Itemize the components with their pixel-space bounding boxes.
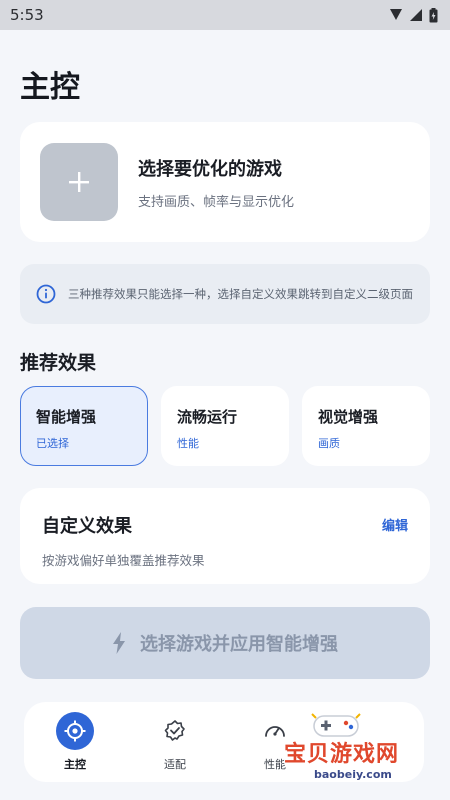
select-game-text: 选择要优化的游戏 支持画质、帧率与显示优化	[138, 155, 294, 210]
nav-item-adapt[interactable]: 适配	[140, 712, 210, 772]
cellular-icon	[410, 9, 422, 21]
select-game-subtitle: 支持画质、帧率与显示优化	[138, 194, 295, 210]
crosshair-icon	[56, 712, 94, 750]
edit-button[interactable]: 编辑	[382, 515, 408, 534]
preset-sub: 性能	[177, 437, 199, 450]
lightning-icon	[113, 632, 125, 654]
info-notice: 三种推荐效果只能选择一种，选择自定义效果跳转到自定义二级页面	[20, 264, 430, 324]
select-game-title: 选择要优化的游戏	[138, 158, 282, 180]
apply-button-label: 选择游戏并应用智能增强	[140, 634, 338, 655]
preset-smart-enhance[interactable]: 智能增强 已选择	[20, 386, 148, 466]
signal-icon	[390, 9, 402, 20]
watermark-url: baobeiy.com	[314, 768, 392, 781]
status-time: 5:53	[10, 6, 44, 24]
plus-icon	[69, 172, 89, 192]
nav-label: 主控	[64, 758, 86, 771]
notice-text: 三种推荐效果只能选择一种，选择自定义效果跳转到自定义二级页面	[68, 286, 413, 301]
battery-icon	[429, 7, 438, 22]
preset-sub: 画质	[318, 437, 340, 450]
preset-name: 视觉增强	[318, 408, 379, 426]
nav-label: 适配	[164, 758, 186, 771]
custom-effect-title: 自定义效果	[42, 516, 132, 537]
status-icons	[389, 7, 438, 23]
preset-smooth-run[interactable]: 流畅运行 性能	[161, 386, 289, 466]
preset-name: 智能增强	[36, 408, 97, 426]
add-game-button[interactable]	[40, 143, 118, 221]
shield-check-icon	[156, 712, 194, 750]
recommended-section-title: 推荐效果	[20, 352, 97, 374]
custom-effect-card[interactable]: 自定义效果 按游戏偏好单独覆盖推荐效果 编辑	[20, 488, 430, 584]
preset-name: 流畅运行	[177, 408, 238, 426]
apply-enhance-button[interactable]: 选择游戏并应用智能增强	[20, 607, 430, 679]
select-game-card[interactable]: 选择要优化的游戏 支持画质、帧率与显示优化	[20, 122, 430, 242]
watermark: 宝贝游戏网 baobeiy.com	[278, 712, 428, 796]
preset-sub: 已选择	[36, 437, 69, 450]
status-bar: 5:53	[0, 0, 450, 30]
info-icon	[36, 284, 56, 304]
page-title: 主控	[20, 70, 80, 105]
custom-effect-subtitle: 按游戏偏好单独覆盖推荐效果	[42, 553, 205, 568]
preset-visual-enhance[interactable]: 视觉增强 画质	[302, 386, 430, 466]
nav-item-main-control[interactable]: 主控	[40, 712, 110, 772]
watermark-text: 宝贝游戏网	[284, 742, 400, 767]
